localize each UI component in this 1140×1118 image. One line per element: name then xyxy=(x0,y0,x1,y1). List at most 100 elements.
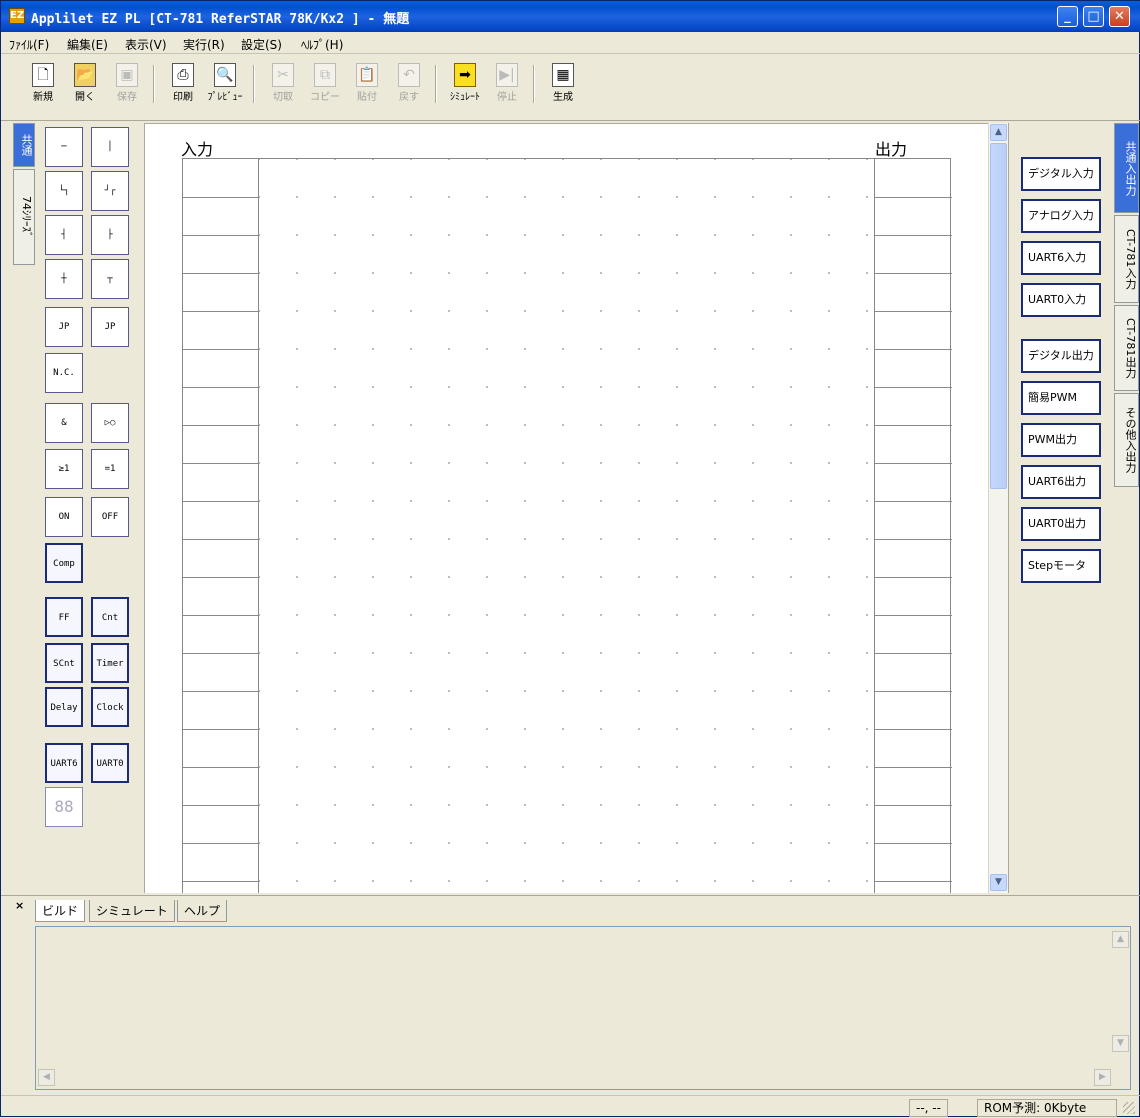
chip-icon: ▦ xyxy=(552,63,574,87)
delay-icon[interactable]: Delay xyxy=(45,687,83,727)
jump-out-icon[interactable]: JP xyxy=(91,307,129,347)
tab-74-series[interactable]: 74ｼﾘｰｽﾞ xyxy=(13,169,35,265)
log-scroll-down-button[interactable]: ▼ xyxy=(1112,1035,1129,1052)
io-uart0-output[interactable]: UART0出力 xyxy=(1021,507,1101,541)
xor-gate-icon[interactable]: =1 xyxy=(91,449,129,489)
io-digital-output[interactable]: デジタル出力 xyxy=(1021,339,1101,373)
and-gate-icon[interactable]: & xyxy=(45,403,83,443)
maximize-button[interactable]: □ xyxy=(1083,6,1104,27)
tab-simulate[interactable]: シミュレート xyxy=(89,900,175,922)
close-button[interactable]: ✕ xyxy=(1109,6,1130,27)
copy-label: コピー xyxy=(310,92,340,103)
new-button[interactable]: 🗋 新規 xyxy=(23,61,63,109)
corner-down-right-tool[interactable]: └┐ xyxy=(45,171,83,211)
paste-button[interactable]: 📋 貼付 xyxy=(347,61,387,109)
not-gate-icon[interactable]: ▷○ xyxy=(91,403,129,443)
timer-icon[interactable]: Timer xyxy=(91,643,129,683)
clock-icon[interactable]: Clock xyxy=(91,687,129,727)
arrow-right-icon: ➡ xyxy=(454,63,476,87)
jump-in-icon[interactable]: JP xyxy=(45,307,83,347)
open-folder-icon: 📂 xyxy=(74,63,96,87)
io-simple-pwm[interactable]: 簡易PWM xyxy=(1021,381,1101,415)
resize-grip-icon[interactable] xyxy=(1123,1102,1135,1114)
or-gate-icon[interactable]: ≥1 xyxy=(45,449,83,489)
uart6-icon[interactable]: UART6 xyxy=(45,743,83,783)
stop-button[interactable]: ▶| 停止 xyxy=(487,61,527,109)
output-column[interactable] xyxy=(874,158,952,893)
tee-down-tool[interactable]: ┬ xyxy=(91,259,129,299)
io-pwm-output[interactable]: PWM出力 xyxy=(1021,423,1101,457)
input-column[interactable] xyxy=(182,158,260,893)
tee-up-tool[interactable]: ┼ xyxy=(45,259,83,299)
branch-left-tool[interactable]: ┤ xyxy=(45,215,83,255)
menu-file[interactable]: ﾌｧｲﾙ(F) xyxy=(9,36,49,53)
output-pane: × ビルド シミュレート ヘルプ ▲ ▼ ◀ ▶ xyxy=(1,895,1140,1095)
io-uart0-input[interactable]: UART0入力 xyxy=(1021,283,1101,317)
minimize-button[interactable]: _ xyxy=(1057,6,1078,27)
scroll-up-button[interactable]: ▲ xyxy=(990,124,1007,141)
undo-button[interactable]: ↶ 戻す xyxy=(389,61,429,109)
generate-button[interactable]: ▦ 生成 xyxy=(543,61,583,109)
log-scroll-right-button[interactable]: ▶ xyxy=(1094,1069,1111,1086)
rung-line xyxy=(875,425,952,426)
print-button[interactable]: ⎙ 印刷 xyxy=(163,61,203,109)
scounter-icon[interactable]: SCnt xyxy=(45,643,83,683)
rung-line xyxy=(183,729,260,730)
toolbar: 🗋 新規 📂 開く ▣ 保存 ⎙ 印刷 🔍 ﾌﾟﾚﾋﾞｭｰ ✂ 切取 ⧉ コピー 📋 貼付 ↶ 戻… xyxy=(1,55,1140,121)
ladder-canvas[interactable]: 入力 出力 xyxy=(145,123,988,893)
tab-common-io[interactable]: 共通入出力 xyxy=(1114,123,1139,213)
counter-icon[interactable]: Cnt xyxy=(91,597,129,637)
close-pane-icon[interactable]: × xyxy=(15,899,24,912)
tab-common[interactable]: 共通 xyxy=(13,123,35,167)
rung-line xyxy=(875,881,952,882)
canvas-vertical-scrollbar[interactable]: ▲ ▼ xyxy=(988,123,1008,893)
seven-segment-icon[interactable]: 88 xyxy=(45,787,83,827)
off-constant-icon[interactable]: OFF xyxy=(91,497,129,537)
log-scroll-up-button[interactable]: ▲ xyxy=(1112,931,1129,948)
simulate-button[interactable]: ➡ ｼﾐｭﾚｰﾄ xyxy=(445,61,485,109)
tab-help[interactable]: ヘルプ xyxy=(177,900,228,922)
tab-ct781-output[interactable]: CT-781出力 xyxy=(1114,305,1139,391)
cut-button[interactable]: ✂ 切取 xyxy=(263,61,303,109)
comparator-icon[interactable]: Comp xyxy=(45,543,83,583)
corner-right-down-tool[interactable]: ┘┌ xyxy=(91,171,129,211)
menu-settings[interactable]: 設定(S) xyxy=(241,36,282,53)
save-button[interactable]: ▣ 保存 xyxy=(107,61,147,109)
io-digital-input[interactable]: デジタル入力 xyxy=(1021,157,1101,191)
menu-view[interactable]: 表示(V) xyxy=(125,36,167,53)
save-icon: ▣ xyxy=(116,63,138,87)
menu-run[interactable]: 実行(R) xyxy=(183,36,225,53)
io-step-motor[interactable]: Stepモータ xyxy=(1021,549,1101,583)
output-log[interactable]: ▲ ▼ ◀ ▶ xyxy=(35,926,1131,1090)
app-icon[interactable]: EZ xyxy=(9,8,25,24)
open-label: 開く xyxy=(75,92,95,103)
io-uart6-output[interactable]: UART6出力 xyxy=(1021,465,1101,499)
copy-button[interactable]: ⧉ コピー xyxy=(305,61,345,109)
tab-ct781-input[interactable]: CT-781入力 xyxy=(1114,215,1139,303)
rung-line xyxy=(875,235,952,236)
tab-other-io[interactable]: その他入出力 xyxy=(1114,393,1139,487)
vertical-wire-tool[interactable]: │ xyxy=(91,127,129,167)
copy-icon: ⧉ xyxy=(314,63,336,87)
flip-flop-icon[interactable]: FF xyxy=(45,597,83,637)
uart0-icon[interactable]: UART0 xyxy=(91,743,129,783)
nc-contact-icon[interactable]: N.C. xyxy=(45,353,83,393)
scroll-thumb[interactable] xyxy=(990,143,1007,489)
horizontal-wire-tool[interactable]: ─ xyxy=(45,127,83,167)
logic-grid[interactable] xyxy=(259,158,874,893)
io-uart6-input[interactable]: UART6入力 xyxy=(1021,241,1101,275)
open-button[interactable]: 📂 開く xyxy=(65,61,105,109)
rung-line xyxy=(875,463,952,464)
menu-help[interactable]: ﾍﾙﾌﾟ(H) xyxy=(301,36,343,53)
on-constant-icon[interactable]: ON xyxy=(45,497,83,537)
tab-build[interactable]: ビルド xyxy=(35,900,86,922)
branch-right-tool[interactable]: ├ xyxy=(91,215,129,255)
log-scroll-left-button[interactable]: ◀ xyxy=(38,1069,55,1086)
generate-label: 生成 xyxy=(553,92,573,103)
menu-edit[interactable]: 編集(E) xyxy=(67,36,108,53)
title-bar[interactable]: EZ Applilet EZ PL [CT-781 ReferSTAR 78K/… xyxy=(1,1,1140,32)
io-analog-input[interactable]: アナログ入力 xyxy=(1021,199,1101,233)
preview-button[interactable]: 🔍 ﾌﾟﾚﾋﾞｭｰ xyxy=(205,61,245,109)
rung-line xyxy=(183,349,260,350)
scroll-down-button[interactable]: ▼ xyxy=(990,874,1007,891)
